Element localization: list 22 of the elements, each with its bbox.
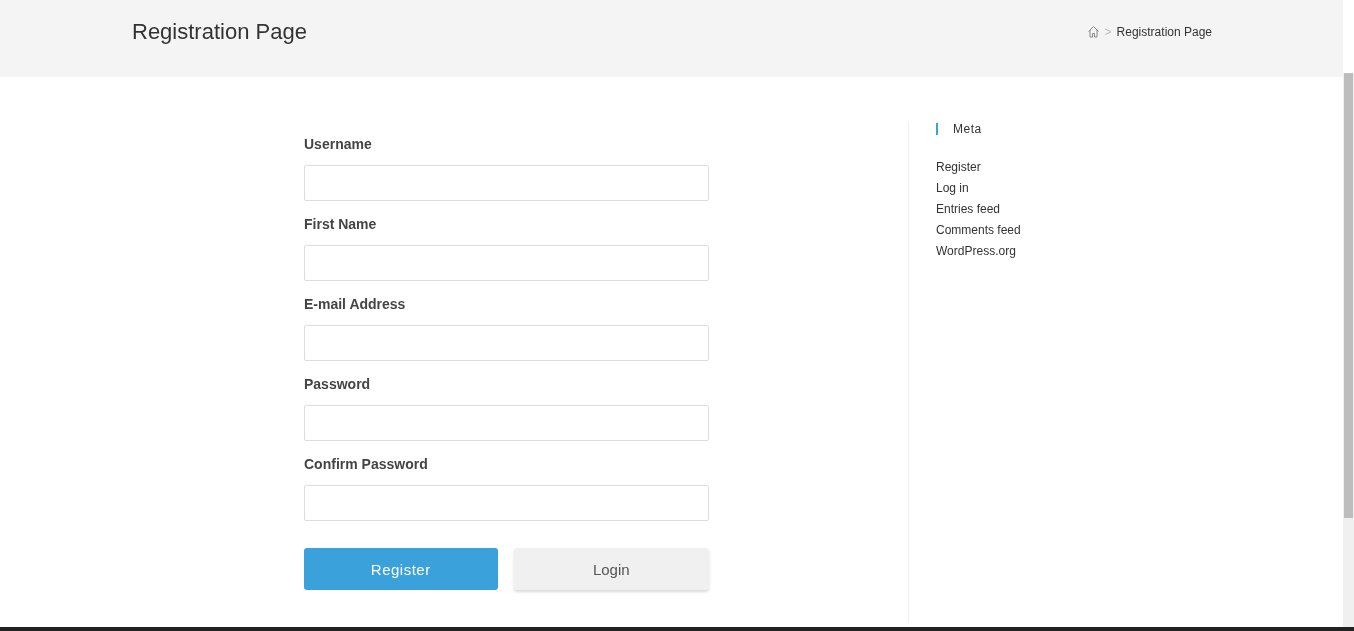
input-field[interactable]	[304, 165, 709, 201]
page-title: Registration Page	[132, 18, 307, 45]
field-label: Username	[304, 136, 373, 153]
field-label: Password	[304, 376, 372, 393]
scrollbar[interactable]	[1343, 73, 1354, 627]
home-icon[interactable]	[1086, 25, 1100, 38]
field-label: E-mail Address	[304, 296, 407, 313]
sidebar-link[interactable]: Log in	[936, 178, 969, 199]
sidebar-link[interactable]: Entries feed	[936, 199, 1001, 220]
field-label: First Name	[304, 216, 378, 233]
field-label: Confirm Password	[304, 456, 429, 473]
breadcrumb-current: Registration Page	[1116, 24, 1212, 39]
login-button[interactable]: Login	[513, 548, 709, 590]
input-field[interactable]	[304, 245, 709, 281]
widget-title: Meta	[936, 123, 982, 135]
input-field[interactable]	[304, 325, 709, 361]
sidebar-link[interactable]: Register	[936, 157, 981, 178]
sidebar-link[interactable]: Comments feed	[936, 220, 1021, 241]
breadcrumb-separator: >	[1104, 24, 1112, 39]
sidebar-link[interactable]: WordPress.org	[936, 241, 1016, 262]
input-field[interactable]	[304, 405, 709, 441]
input-field[interactable]	[304, 485, 709, 521]
